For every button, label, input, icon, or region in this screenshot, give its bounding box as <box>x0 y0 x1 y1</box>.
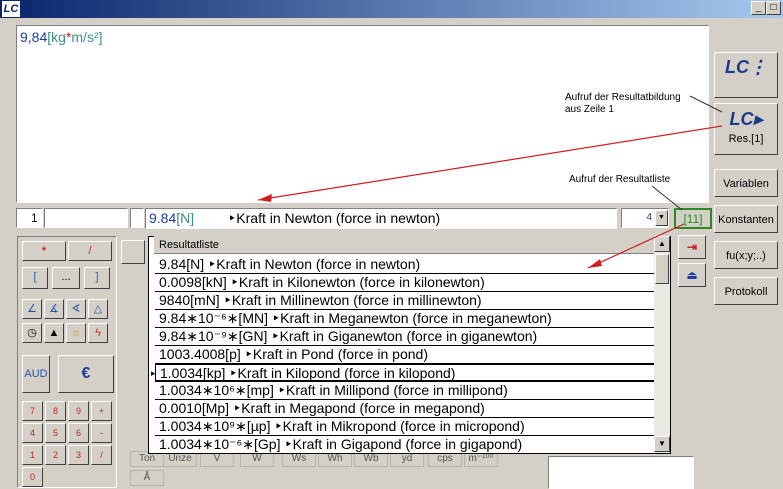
annotation-arrows <box>257 95 723 269</box>
arrow-head-2 <box>258 194 272 202</box>
arrow-line-2 <box>257 125 723 201</box>
arrow-line-1 <box>689 95 723 113</box>
arrow-line-4 <box>587 223 685 269</box>
arrow-head-4 <box>588 259 602 268</box>
arrow-line-3 <box>651 185 683 211</box>
